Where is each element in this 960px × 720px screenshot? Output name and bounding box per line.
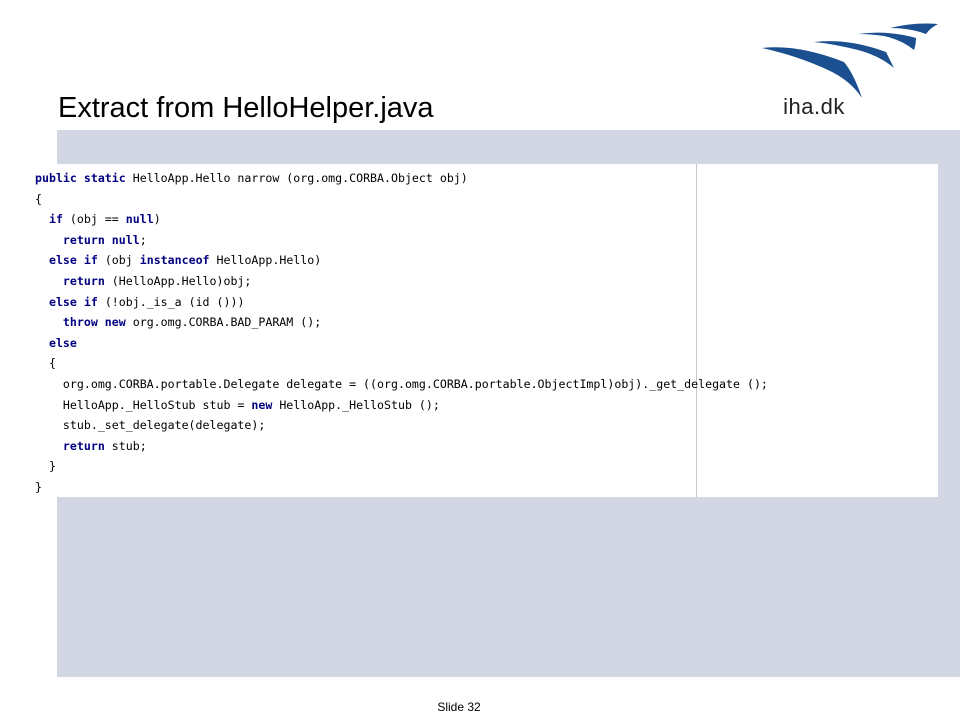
code-text: )	[153, 212, 161, 227]
code-keyword: else if	[48, 253, 98, 268]
code-line: public static HelloApp.Hello narrow (org…	[35, 168, 768, 189]
code-keyword: else	[48, 335, 77, 350]
code-block: public static HelloApp.Hello narrow (org…	[28, 164, 938, 497]
code-keyword: public static	[35, 171, 126, 185]
code-lines: public static HelloApp.Hello narrow (org…	[35, 168, 768, 498]
code-line: throw new org.omg.CORBA.BAD_PARAM ();	[35, 312, 768, 333]
code-line: else if (obj instanceof HelloApp.Hello)	[35, 250, 768, 271]
code-line: }	[35, 477, 768, 498]
code-line: {	[35, 353, 768, 374]
code-text: (HelloApp.Hello)obj;	[104, 273, 252, 288]
iha-logo: iha.dk	[758, 18, 944, 126]
code-line: {	[35, 189, 768, 210]
code-keyword: if	[48, 212, 63, 227]
code-keyword: return null	[62, 232, 140, 247]
code-text: {	[35, 356, 56, 371]
code-text: (!obj._is_a (id ()))	[97, 294, 245, 309]
code-text: HelloApp._HelloStub stub =	[35, 397, 252, 412]
code-line: return stub;	[35, 436, 768, 457]
code-text: HelloApp._HelloStub ();	[272, 397, 440, 412]
code-text: (obj ==	[62, 212, 126, 227]
code-line: else	[35, 333, 768, 354]
logo-stripe-bottom	[762, 47, 862, 98]
code-text: stub;	[104, 438, 147, 453]
code-text: }	[35, 479, 42, 494]
code-line: return null;	[35, 230, 768, 251]
code-text: org.omg.CORBA.portable.Delegate delegate…	[35, 376, 768, 391]
code-text: HelloApp.Hello narrow (org.omg.CORBA.Obj…	[125, 171, 468, 185]
code-text: (obj	[97, 253, 140, 268]
code-line: HelloApp._HelloStub stub = new HelloApp.…	[35, 395, 768, 416]
code-text: ;	[139, 232, 147, 247]
logo-stripe-top	[890, 23, 938, 34]
code-line: if (obj == null)	[35, 209, 768, 230]
code-text: org.omg.CORBA.BAD_PARAM ();	[125, 315, 322, 330]
code-line: org.omg.CORBA.portable.Delegate delegate…	[35, 374, 768, 395]
code-keyword: throw new	[62, 315, 126, 330]
code-keyword: null	[125, 212, 154, 227]
logo-swoosh-icon	[762, 23, 938, 98]
code-line: else if (!obj._is_a (id ()))	[35, 292, 768, 313]
slide-number: Slide 32	[437, 700, 481, 714]
slide-title: Extract from HelloHelper.java	[58, 92, 434, 124]
code-text: {	[35, 191, 42, 206]
code-text: }	[35, 459, 56, 474]
code-keyword: return	[62, 273, 105, 288]
code-keyword: new	[251, 397, 273, 412]
code-text: stub._set_delegate(delegate);	[35, 418, 266, 433]
code-text: HelloApp.Hello)	[209, 253, 322, 268]
code-keyword: else if	[48, 294, 98, 309]
code-keyword: instanceof	[139, 253, 210, 268]
code-line: return (HelloApp.Hello)obj;	[35, 271, 768, 292]
code-line: stub._set_delegate(delegate);	[35, 415, 768, 436]
code-keyword: return	[62, 438, 105, 453]
code-line: }	[35, 456, 768, 477]
logo-text: iha.dk	[783, 94, 845, 119]
